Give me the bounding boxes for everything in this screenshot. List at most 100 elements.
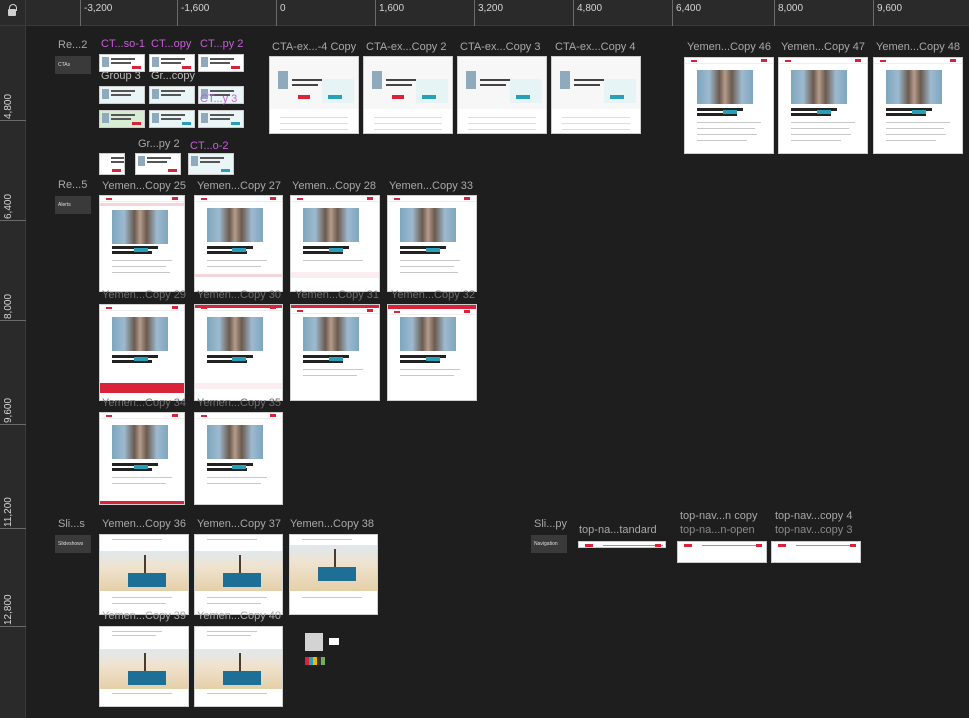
ruler-tick: 6,400	[672, 0, 701, 26]
top-nav-artboard[interactable]	[771, 541, 861, 563]
section-label[interactable]: Re...5	[58, 179, 87, 191]
artboard-label[interactable]: Gr...copy	[151, 70, 195, 82]
ruler-tick: 4,800	[0, 94, 26, 121]
ruler-tick-label: -1,600	[181, 3, 210, 14]
artboard-label[interactable]: top-na...tandard	[579, 524, 657, 536]
ruler-tick: 6,400	[0, 194, 26, 221]
artboard-label[interactable]: top-nav...copy 4	[775, 510, 852, 522]
ruler-tick: -1,600	[177, 0, 209, 26]
cta-artboard[interactable]	[198, 110, 244, 128]
artboard-label[interactable]: CT...opy	[151, 38, 191, 50]
ruler-tick: 11,200	[0, 497, 26, 529]
artboard-label[interactable]: CT...py 2	[200, 38, 243, 50]
yemen-artboard[interactable]	[99, 412, 185, 505]
artboard-label[interactable]: CTA-ex...Copy 4	[555, 41, 636, 53]
artboard-label[interactable]: Yemen...Copy 31	[295, 289, 379, 301]
ruler-tick-label: 11,200	[3, 497, 14, 527]
slideshow-artboard[interactable]	[99, 534, 189, 615]
top-nav-artboard[interactable]	[677, 541, 767, 563]
artboard-label[interactable]: CTA-ex...Copy 2	[366, 41, 447, 53]
artboard-label[interactable]: Yemen...Copy 39	[102, 610, 186, 622]
yemen-artboard[interactable]	[873, 57, 963, 154]
yemen-artboard[interactable]	[194, 412, 283, 505]
top-nav-artboard[interactable]	[578, 541, 666, 548]
yemen-artboard[interactable]	[290, 304, 380, 401]
ruler-tick-label: 9,600	[3, 397, 14, 423]
artboard-label[interactable]: Yemen...Copy 33	[389, 180, 473, 192]
section-label[interactable]: Re...2	[58, 39, 87, 51]
ruler-corner[interactable]	[0, 0, 26, 26]
artboard-label[interactable]: Yemen...Copy 30	[197, 289, 281, 301]
cta-artboard[interactable]	[198, 54, 244, 72]
artboard-label[interactable]: Group 3	[101, 70, 141, 82]
cta-example-artboard[interactable]	[363, 56, 453, 134]
cta-artboard[interactable]	[149, 110, 195, 128]
artboard-label[interactable]: CT...y 3	[200, 93, 237, 105]
ruler-tick-label: 4,800	[3, 93, 14, 119]
slideshow-artboard[interactable]	[194, 534, 283, 615]
yemen-artboard[interactable]	[387, 304, 477, 401]
yemen-artboard[interactable]	[778, 57, 868, 154]
cta-artboard[interactable]	[135, 153, 181, 175]
artboard-label[interactable]: Yemen...Copy 37	[197, 518, 281, 530]
artboard-label[interactable]: CTA-ex...-4 Copy	[272, 41, 356, 53]
yemen-artboard[interactable]	[99, 195, 185, 292]
ruler-tick: 12,800	[0, 594, 26, 627]
artboard-label[interactable]: Yemen...Copy 48	[876, 41, 960, 53]
slideshow-artboard[interactable]	[99, 626, 189, 707]
artboard-label[interactable]: Yemen...Copy 25	[102, 180, 186, 192]
yemen-artboard[interactable]	[194, 195, 283, 292]
ruler-tick-label: 12,800	[3, 594, 14, 625]
artboard-label[interactable]: Gr...py 2	[138, 138, 180, 150]
color-palette-swatch[interactable]	[305, 657, 325, 665]
artboard-label[interactable]: Yemen...Copy 40	[197, 610, 281, 622]
horizontal-ruler[interactable]: -3,200 -1,600 0 1,600 3,200 4,800 6,400 …	[26, 0, 969, 26]
cta-artboard[interactable]	[99, 110, 145, 128]
design-canvas[interactable]: -3,200 -1,600 0 1,600 3,200 4,800 6,400 …	[0, 0, 969, 718]
artboard-label[interactable]: CT...o-2	[190, 140, 229, 152]
slideshow-artboard[interactable]	[194, 626, 283, 707]
cta-example-artboard[interactable]	[551, 56, 641, 134]
section-label[interactable]: Sli...s	[58, 518, 85, 530]
artboard-label[interactable]: CT...so-1	[101, 38, 145, 50]
cta-artboard[interactable]	[99, 86, 145, 104]
gray-swatch[interactable]	[305, 633, 323, 651]
ruler-tick-label: 1,600	[379, 3, 405, 14]
artboard-label[interactable]: Yemen...Copy 29	[102, 289, 186, 301]
artboard-label[interactable]: Yemen...Copy 47	[781, 41, 865, 53]
section-tag[interactable]: CTAs	[55, 56, 91, 74]
ruler-tick: 3,200	[474, 0, 503, 26]
artboard-label[interactable]: Yemen...Copy 32	[391, 289, 475, 301]
slideshow-artboard[interactable]	[289, 534, 378, 615]
yemen-artboard[interactable]	[194, 304, 283, 401]
cta-artboard[interactable]	[188, 153, 234, 175]
yemen-artboard[interactable]	[99, 304, 185, 401]
artboard-label[interactable]: Yemen...Copy 27	[197, 180, 281, 192]
cta-artboard[interactable]	[99, 153, 125, 175]
ruler-tick-label: 8,000	[3, 293, 14, 319]
lock-icon[interactable]	[8, 4, 17, 16]
section-tag[interactable]: Navigation	[531, 535, 567, 553]
cta-example-artboard[interactable]	[457, 56, 547, 134]
section-tag[interactable]: Slideshows	[55, 535, 91, 553]
section-label[interactable]: Sli...py	[534, 518, 567, 530]
artboard-label[interactable]: Yemen...Copy 35	[197, 397, 281, 409]
cta-example-artboard[interactable]	[269, 56, 359, 134]
artboard-label[interactable]: CTA-ex...Copy 3	[460, 41, 541, 53]
white-swatch[interactable]	[329, 638, 339, 645]
ruler-tick: 9,600	[873, 0, 902, 26]
artboard-label[interactable]: top-nav...copy 3	[775, 524, 852, 536]
cta-artboard[interactable]	[149, 86, 195, 104]
artboard-label[interactable]: Yemen...Copy 34	[102, 397, 186, 409]
artboard-label[interactable]: Yemen...Copy 28	[292, 180, 376, 192]
artboard-label[interactable]: Yemen...Copy 38	[290, 518, 374, 530]
yemen-artboard[interactable]	[290, 195, 380, 292]
vertical-ruler[interactable]: 4,800 6,400 8,000 9,600 11,200 12,800	[0, 26, 26, 718]
artboard-label[interactable]: Yemen...Copy 36	[102, 518, 186, 530]
section-tag[interactable]: Alerts	[55, 196, 91, 214]
artboard-label[interactable]: Yemen...Copy 46	[687, 41, 771, 53]
yemen-artboard[interactable]	[387, 195, 477, 292]
artboard-label[interactable]: top-na...n-open	[680, 524, 755, 536]
artboard-label[interactable]: top-nav...n copy	[680, 510, 757, 522]
yemen-artboard[interactable]	[684, 57, 774, 154]
